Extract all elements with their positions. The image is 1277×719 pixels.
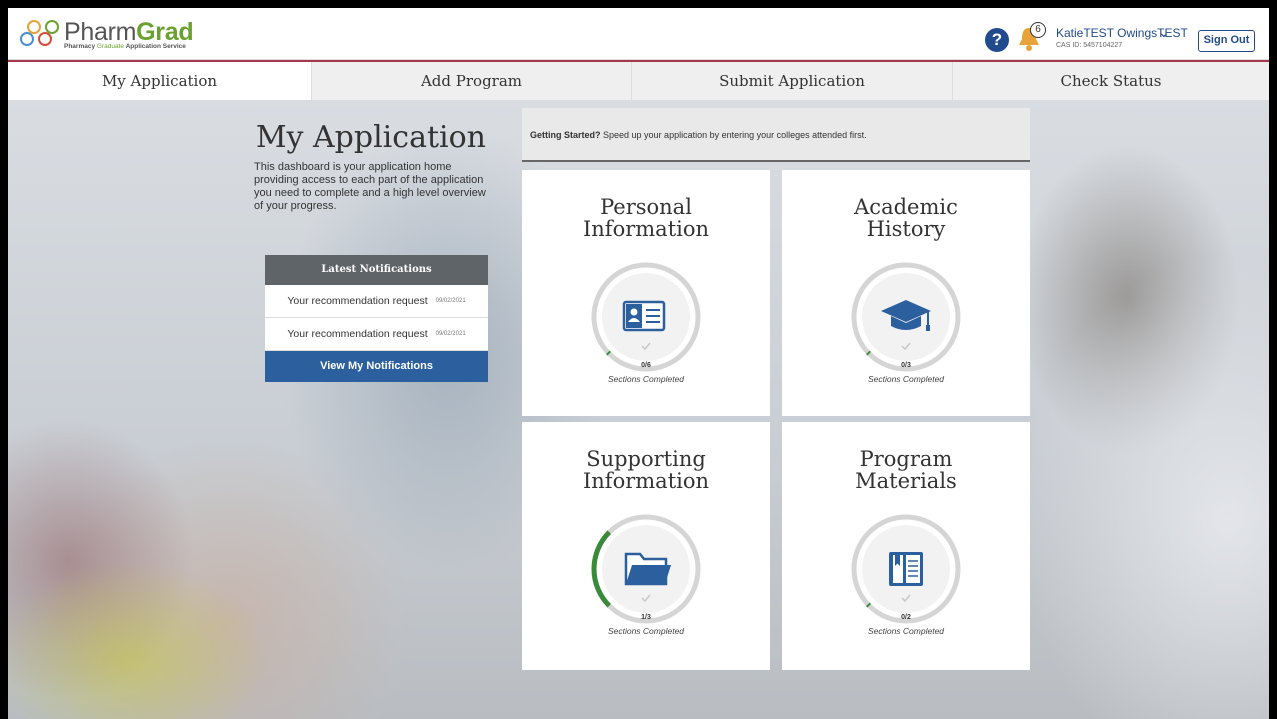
sections-completed-label: Sections Completed	[607, 626, 685, 636]
card-personal-information[interactable]: Personal Information 0/6 Sections Complet…	[522, 170, 770, 416]
notification-item[interactable]: Your recommendation request 09/02/2021	[265, 318, 488, 351]
notification-date: 09/02/2021	[435, 298, 466, 304]
tab-add-program[interactable]: Add Program	[312, 62, 632, 102]
sections-completed-label: Sections Completed	[607, 374, 685, 384]
card-academic-history[interactable]: Academic History 0/3 Sections Completed	[782, 170, 1030, 416]
header: PharmGrad Pharmacy Graduate Application …	[8, 8, 1269, 60]
notification-count-badge: 6	[1030, 22, 1046, 38]
tab-my-application[interactable]: My Application	[8, 62, 312, 102]
sections-count: 0/3	[901, 362, 911, 369]
progress-ring	[591, 514, 701, 624]
notification-item[interactable]: Your recommendation request 09/02/2021	[265, 285, 488, 318]
tab-submit-application[interactable]: Submit Application	[632, 62, 953, 102]
sections-count: 1/3	[641, 614, 651, 621]
view-my-notifications-button[interactable]: View My Notifications	[265, 351, 488, 382]
sections-count: 0/6	[641, 362, 651, 369]
logo-wordmark: PharmGrad	[64, 17, 194, 46]
card-title: Academic History	[854, 195, 958, 241]
id-card-icon	[622, 300, 666, 332]
sign-out-button[interactable]: Sign Out	[1198, 30, 1255, 52]
sections-completed-label: Sections Completed	[867, 626, 945, 636]
notifications-heading: Latest Notifications	[265, 255, 488, 285]
progress-ring	[851, 514, 961, 624]
card-title: Supporting Information	[582, 447, 710, 493]
tab-check-status[interactable]: Check Status	[953, 62, 1269, 102]
chevron-down-icon[interactable]: ⌄	[1158, 24, 1170, 41]
logo-subtitle: Pharmacy Graduate Application Service	[64, 42, 186, 50]
page-description: This dashboard is your application home …	[254, 161, 486, 212]
progress-ring	[851, 262, 961, 372]
card-supporting-information[interactable]: Supporting Information 1/3 Sections Compl…	[522, 422, 770, 670]
card-title: Program Materials	[855, 447, 957, 493]
book-icon	[889, 552, 923, 586]
help-icon[interactable]: ?	[985, 28, 1009, 52]
page-title: My Application	[255, 120, 486, 155]
notification-text: Your recommendation request	[287, 295, 428, 307]
notification-text: Your recommendation request	[287, 328, 428, 340]
logo-mark-icon	[18, 16, 60, 52]
sections-completed-label: Sections Completed	[867, 374, 945, 384]
cas-id: CAS ID: 5457104227	[1056, 42, 1123, 49]
card-title: Personal Information	[582, 195, 710, 241]
card-program-materials[interactable]: Program Materials 0/2 Sections Completed	[782, 422, 1030, 670]
progress-ring	[591, 262, 701, 372]
sections-count: 0/2	[901, 614, 911, 621]
latest-notifications-panel: Latest Notifications Your recommendation…	[265, 255, 488, 382]
app-frame: PharmGrad Pharmacy Graduate Application …	[8, 8, 1269, 719]
notification-date: 09/02/2021	[435, 331, 466, 337]
folder-icon	[624, 552, 671, 586]
main-tabs: My Application Add Program Submit Applic…	[8, 60, 1269, 102]
pharmgrad-logo[interactable]: PharmGrad Pharmacy Graduate Application …	[18, 16, 194, 52]
intro-panel: My Application This dashboard is your ap…	[254, 120, 490, 213]
getting-started-banner[interactable]: Getting Started? Speed up your applicati…	[522, 108, 1030, 162]
